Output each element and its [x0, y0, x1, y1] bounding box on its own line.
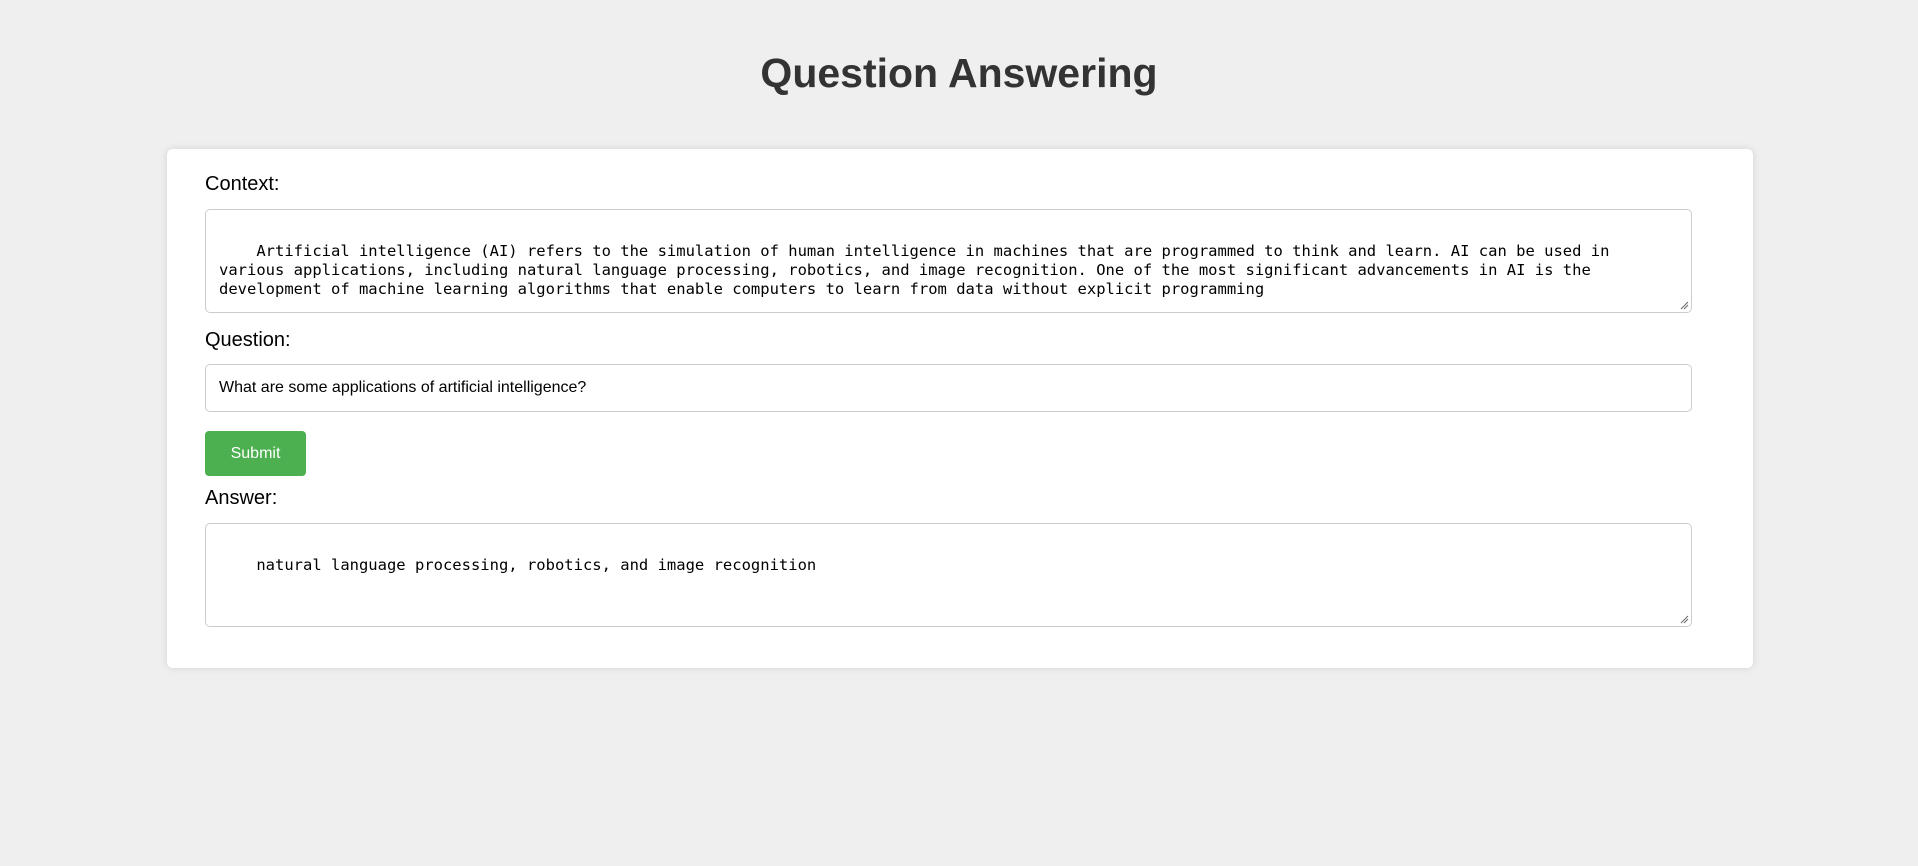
page-title: Question Answering [760, 50, 1158, 96]
question-label: Question: [205, 329, 291, 351]
question-input[interactable]: What are some applications of artificial… [205, 364, 1692, 412]
resize-handle-icon[interactable] [1679, 300, 1689, 310]
answer-text: natural language processing, robotics, a… [256, 556, 817, 574]
qa-form-card: Context: Artificial intelligence (AI) re… [167, 149, 1753, 668]
context-text: Artificial intelligence (AI) refers to t… [219, 242, 1619, 298]
context-textarea[interactable]: Artificial intelligence (AI) refers to t… [205, 209, 1692, 313]
resize-handle-icon[interactable] [1679, 614, 1689, 624]
answer-textarea[interactable]: natural language processing, robotics, a… [205, 523, 1692, 627]
submit-button[interactable]: Submit [205, 431, 306, 476]
context-label: Context: [205, 173, 280, 195]
answer-label: Answer: [205, 487, 278, 509]
